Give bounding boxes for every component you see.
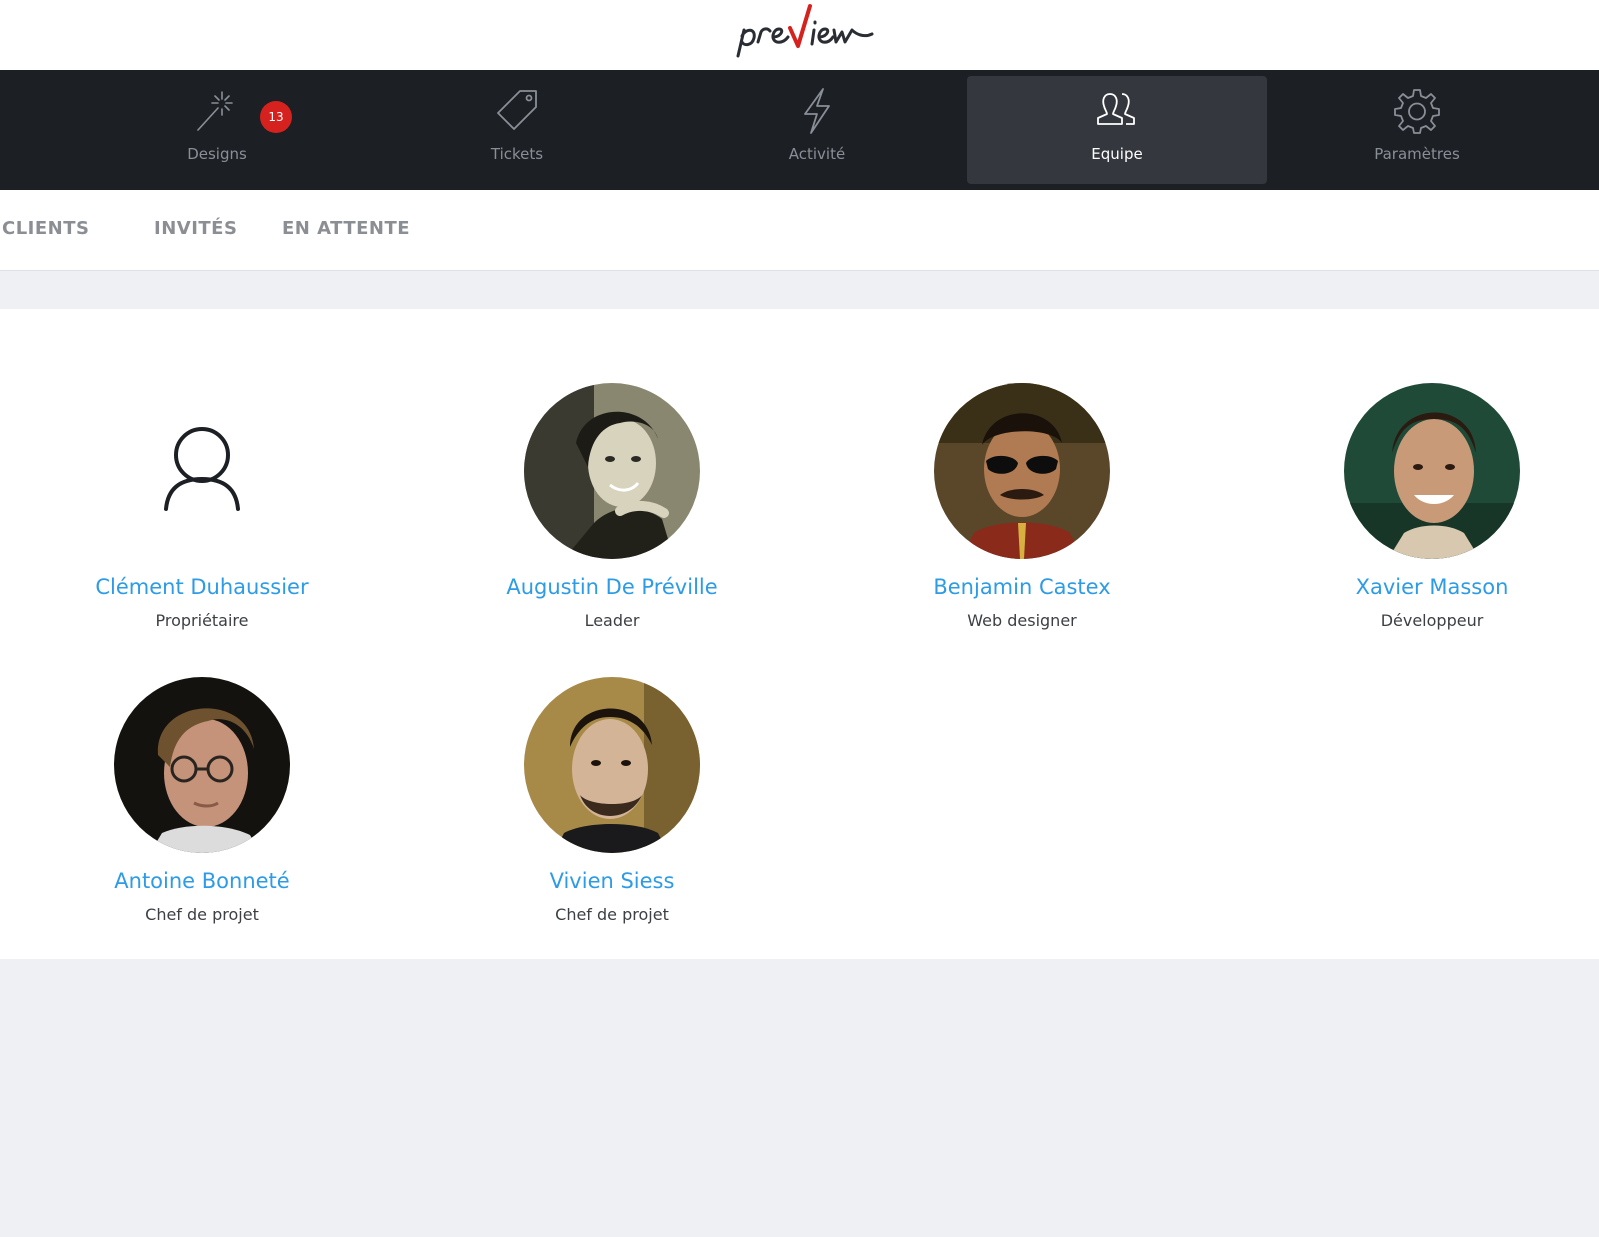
member-role: Développeur [1380,611,1484,630]
nav-label-activite: Activité [788,145,846,163]
member-role: Propriétaire [155,611,249,630]
member-name[interactable]: Augustin De Préville [412,575,812,599]
nav-item-parametres[interactable]: Paramètres [1267,76,1567,184]
tab-en-attente[interactable]: EN ATTENTE [282,218,410,239]
nav-item-tickets[interactable]: Tickets [367,76,667,184]
nav-item-activite[interactable]: Activité [667,76,967,184]
magic-wand-icon [192,86,242,136]
member-role: Web designer [967,611,1077,630]
nav-label-equipe: Equipe [1091,145,1143,163]
member-avatar-photo [934,383,1110,559]
tag-icon [492,86,542,136]
member-avatar-photo [114,677,290,853]
top-bar [0,0,1599,70]
nav-label-parametres: Paramètres [1374,145,1460,163]
nav-label-designs: Designs [187,145,247,163]
nav-label-tickets: Tickets [490,145,544,163]
member-avatar-photo [1344,383,1520,559]
member-card[interactable]: Vivien Siess Chef de projet [412,677,812,924]
team-icon [1092,86,1142,136]
member-role: Chef de projet [145,905,259,924]
gear-icon [1392,86,1442,136]
member-name[interactable]: Antoine Bonneté [2,869,402,893]
member-avatar-photo [524,677,700,853]
team-members-panel: Clément Duhaussier Propriétaire Augustin… [0,309,1599,959]
tab-invites[interactable]: INVITÉS [154,218,237,239]
member-name[interactable]: Xavier Masson [1232,575,1599,599]
lightning-icon [792,86,842,136]
member-name[interactable]: Clément Duhaussier [2,575,402,599]
nav-item-equipe[interactable]: Equipe [967,76,1267,184]
member-card[interactable]: Clément Duhaussier Propriétaire [2,383,402,630]
member-card[interactable]: Benjamin Castex Web designer [822,383,1222,630]
member-name[interactable]: Benjamin Castex [822,575,1222,599]
preview-logo[interactable] [730,0,880,66]
member-name[interactable]: Vivien Siess [412,869,812,893]
team-subtabs: CLIENTS INVITÉS EN ATTENTE [0,190,1599,271]
member-role: Chef de projet [555,905,669,924]
tab-clients[interactable]: CLIENTS [2,218,89,239]
member-card[interactable]: Xavier Masson Développeur [1232,383,1599,630]
designs-notification-badge: 13 [260,101,292,133]
member-avatar-photo [524,383,700,559]
member-role: Leader [584,611,640,630]
member-card[interactable]: Antoine Bonneté Chef de projet [2,677,402,924]
nav-item-designs[interactable]: Designs [67,76,367,184]
main-nav: Designs Tickets Activité Equipe Paramètr… [0,70,1599,190]
default-user-icon [114,383,290,559]
member-card[interactable]: Augustin De Préville Leader [412,383,812,630]
